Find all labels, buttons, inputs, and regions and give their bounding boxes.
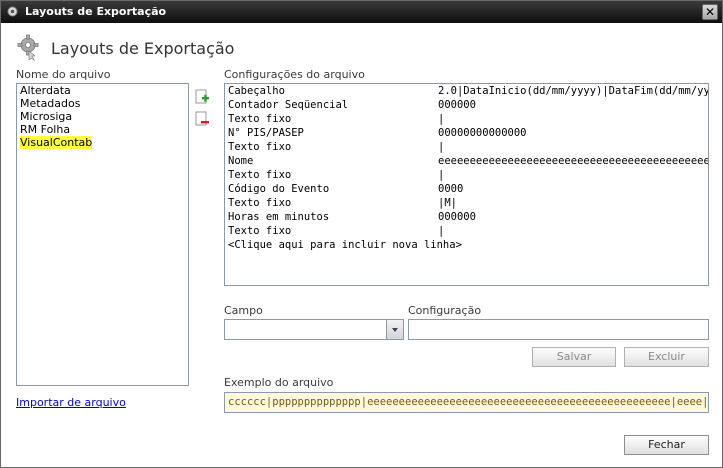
- config-row[interactable]: Texto fixo |: [225, 224, 708, 238]
- list-item-selected[interactable]: VisualContab: [17, 136, 188, 149]
- chevron-down-icon[interactable]: [386, 320, 403, 339]
- add-row-link[interactable]: <Clique aqui para incluir nova linha>: [225, 238, 708, 252]
- close-button[interactable]: Fechar: [624, 435, 709, 455]
- config-row[interactable]: Horas em minutos 000000: [225, 210, 708, 224]
- config-row[interactable]: Contador Seqüencial 000000: [225, 98, 708, 112]
- gear-icon: [7, 6, 18, 17]
- config-row[interactable]: N° PIS/PASEP 00000000000000: [225, 126, 708, 140]
- page-title: Layouts de Exportação: [51, 39, 235, 58]
- dialog-window: Layouts de Exportação ✕ Layouts de Expor…: [0, 0, 723, 468]
- config-row[interactable]: Texto fixo |: [225, 168, 708, 182]
- config-row[interactable]: Nome eeeeeeeeeeeeeeeeeeeeeeeeeeeeeeeeeeee…: [225, 154, 708, 168]
- config-row[interactable]: Código do Evento 0000: [225, 182, 708, 196]
- example-output: cccccc|pppppppppppppp|eeeeeeeeeeeeeeeeee…: [224, 392, 709, 413]
- list-item[interactable]: Alterdata: [17, 84, 188, 97]
- window-title: Layouts de Exportação: [25, 5, 167, 18]
- gear-icon: [17, 34, 39, 61]
- config-label: Configurações do arquivo: [224, 68, 365, 81]
- campo-select[interactable]: [224, 319, 404, 340]
- file-list[interactable]: Alterdata Metadados Microsiga RM Folha V…: [16, 83, 189, 386]
- close-window-button[interactable]: ✕: [702, 4, 718, 20]
- configuracao-label: Configuração: [408, 304, 482, 317]
- configuracao-input[interactable]: [408, 319, 709, 340]
- example-label: Exemplo do arquivo: [224, 376, 334, 389]
- config-row[interactable]: Texto fixo |: [225, 140, 708, 154]
- list-item[interactable]: Microsiga: [17, 110, 188, 123]
- config-row[interactable]: Texto fixo |M|: [225, 196, 708, 210]
- config-row[interactable]: Cabeçalho 2.0|DataInicio(dd/mm/yyyy)|Data…: [225, 84, 708, 98]
- list-item[interactable]: RM Folha: [17, 123, 188, 136]
- remove-layout-button[interactable]: [194, 111, 210, 127]
- delete-button[interactable]: Excluir: [624, 347, 709, 367]
- title-bar[interactable]: Layouts de Exportação ✕: [1, 1, 722, 23]
- save-button[interactable]: Salvar: [532, 347, 616, 367]
- list-item[interactable]: Metadados: [17, 97, 188, 110]
- config-list[interactable]: Cabeçalho 2.0|DataInicio(dd/mm/yyyy)|Data…: [224, 83, 709, 286]
- add-layout-button[interactable]: [194, 89, 210, 105]
- config-row[interactable]: Texto fixo |: [225, 112, 708, 126]
- import-file-link[interactable]: Importar de arquivo: [16, 396, 126, 409]
- files-label: Nome do arquivo: [16, 68, 111, 81]
- campo-label: Campo: [224, 304, 263, 317]
